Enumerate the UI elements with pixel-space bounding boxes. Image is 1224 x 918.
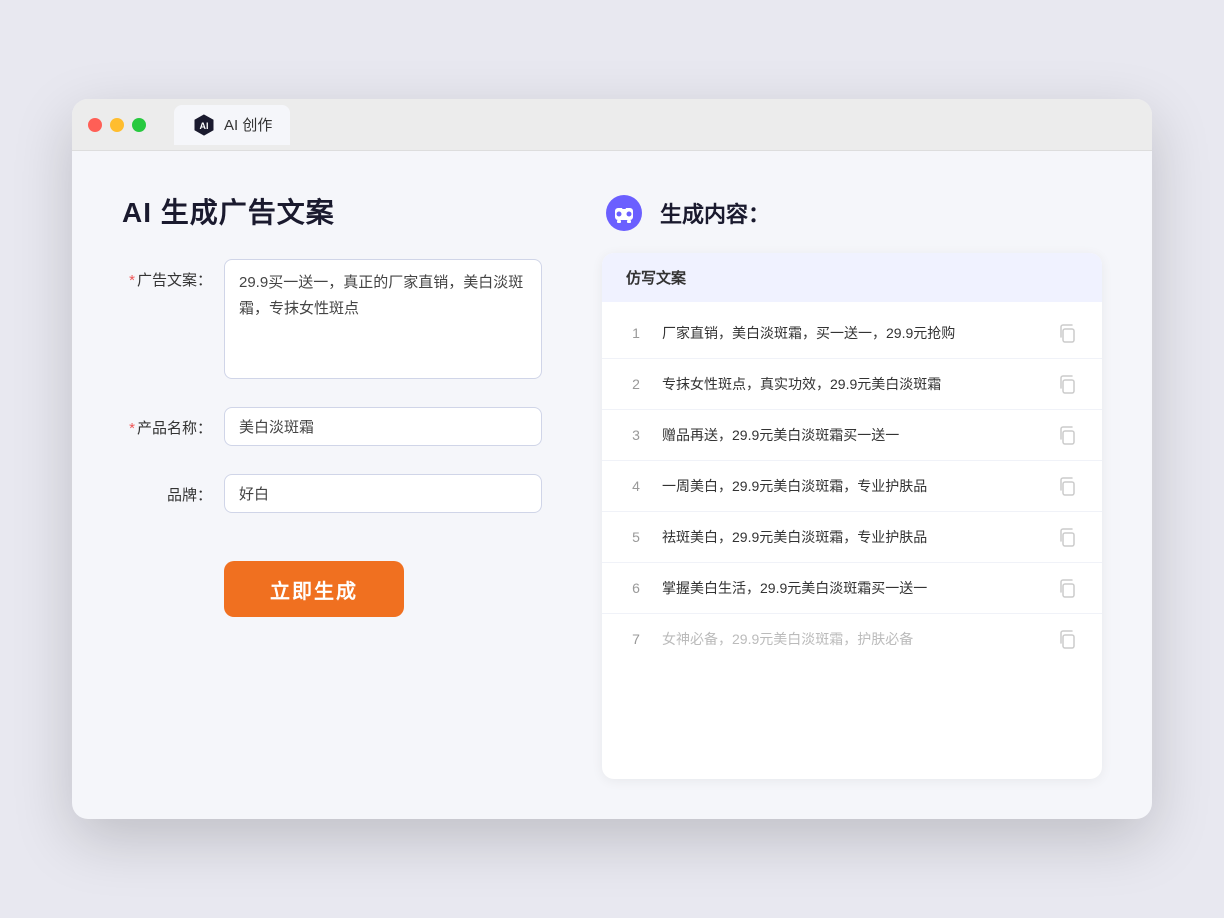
page-title: AI 生成广告文案 [122, 191, 542, 231]
product-name-group: *产品名称： [122, 407, 542, 446]
ad-copy-group: *广告文案： [122, 259, 542, 379]
result-number: 6 [626, 580, 646, 596]
copy-icon[interactable] [1056, 577, 1078, 599]
result-text: 厂家直销，美白淡斑霜，买一送一，29.9元抢购 [662, 323, 1040, 344]
product-name-input[interactable] [224, 407, 542, 446]
results-list: 1 厂家直销，美白淡斑霜，买一送一，29.9元抢购 2 专抹女性斑点，真实功效，… [602, 302, 1102, 670]
brand-label: 品牌： [122, 474, 212, 505]
results-card: 仿写文案 1 厂家直销，美白淡斑霜，买一送一，29.9元抢购 2 专抹女性斑点，… [602, 253, 1102, 779]
result-number: 1 [626, 325, 646, 341]
copy-icon[interactable] [1056, 628, 1078, 650]
result-number: 2 [626, 376, 646, 392]
ad-copy-input[interactable] [224, 259, 542, 379]
right-title: 生成内容： [660, 197, 770, 229]
result-text: 祛斑美白，29.9元美白淡斑霜，专业护肤品 [662, 527, 1040, 548]
result-item: 2 专抹女性斑点，真实功效，29.9元美白淡斑霜 [602, 359, 1102, 410]
result-item: 7 女神必备，29.9元美白淡斑霜，护肤必备 [602, 614, 1102, 664]
minimize-button[interactable] [110, 118, 124, 132]
required-star-1: * [129, 272, 135, 289]
ai-tab[interactable]: AI AI 创作 [174, 105, 290, 145]
brand-group: 品牌： [122, 474, 542, 513]
svg-text:AI: AI [200, 121, 209, 131]
copy-icon[interactable] [1056, 526, 1078, 548]
result-text: 专抹女性斑点，真实功效，29.9元美白淡斑霜 [662, 374, 1040, 395]
product-name-label: *产品名称： [122, 407, 212, 438]
result-number: 4 [626, 478, 646, 494]
brand-input[interactable] [224, 474, 542, 513]
main-content: AI 生成广告文案 *广告文案： *产品名称： 品牌： 立 [72, 151, 1152, 819]
right-header: 生成内容： [602, 191, 1102, 235]
generate-button[interactable]: 立即生成 [224, 561, 404, 617]
required-star-2: * [129, 420, 135, 437]
result-item: 1 厂家直销，美白淡斑霜，买一送一，29.9元抢购 [602, 308, 1102, 359]
result-text: 女神必备，29.9元美白淡斑霜，护肤必备 [662, 629, 1040, 650]
traffic-lights [88, 118, 146, 132]
tab-label: AI 创作 [224, 114, 272, 135]
ad-copy-label: *广告文案： [122, 259, 212, 290]
result-number: 5 [626, 529, 646, 545]
copy-icon[interactable] [1056, 322, 1078, 344]
result-item: 4 一周美白，29.9元美白淡斑霜，专业护肤品 [602, 461, 1102, 512]
maximize-button[interactable] [132, 118, 146, 132]
right-panel: 生成内容： 仿写文案 1 厂家直销，美白淡斑霜，买一送一，29.9元抢购 2 专… [602, 191, 1102, 779]
titlebar: AI AI 创作 [72, 99, 1152, 151]
result-text: 一周美白，29.9元美白淡斑霜，专业护肤品 [662, 476, 1040, 497]
result-item: 5 祛斑美白，29.9元美白淡斑霜，专业护肤品 [602, 512, 1102, 563]
robot-icon [602, 191, 646, 235]
result-text: 赠品再送，29.9元美白淡斑霜买一送一 [662, 425, 1040, 446]
result-item: 3 赠品再送，29.9元美白淡斑霜买一送一 [602, 410, 1102, 461]
copy-icon[interactable] [1056, 475, 1078, 497]
browser-window: AI AI 创作 AI 生成广告文案 *广告文案： *产品名称： [72, 99, 1152, 819]
close-button[interactable] [88, 118, 102, 132]
ai-tab-icon: AI [192, 113, 216, 137]
result-number: 3 [626, 427, 646, 443]
result-number: 7 [626, 631, 646, 647]
copy-icon[interactable] [1056, 424, 1078, 446]
copy-icon[interactable] [1056, 373, 1078, 395]
result-text: 掌握美白生活，29.9元美白淡斑霜买一送一 [662, 578, 1040, 599]
results-header: 仿写文案 [602, 253, 1102, 302]
result-item: 6 掌握美白生活，29.9元美白淡斑霜买一送一 [602, 563, 1102, 614]
left-panel: AI 生成广告文案 *广告文案： *产品名称： 品牌： 立 [122, 191, 542, 779]
